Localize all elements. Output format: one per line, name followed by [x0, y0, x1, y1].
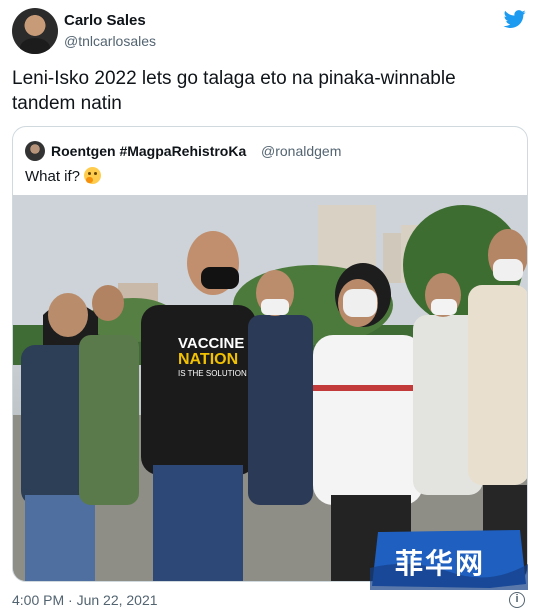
watermark-text: 菲华网	[395, 547, 486, 580]
author-name[interactable]: Carlo Sales	[64, 12, 146, 29]
tweet-text: Leni-Isko 2022 lets go talaga eto na pin…	[12, 68, 456, 114]
photo-illustration: VACCINE NATION IS THE SOLUTION	[13, 195, 527, 581]
quoted-author-name[interactable]: Roentgen #MagpaRehistroKa	[51, 143, 246, 159]
shirt-text-vaccine: VACCINE	[178, 335, 244, 352]
quoted-author-avatar[interactable]	[25, 141, 45, 161]
quoted-tweet-text: What if?	[25, 167, 102, 185]
author-avatar[interactable]	[12, 8, 58, 54]
shirt-text-nation: NATION	[178, 351, 238, 368]
author-handle[interactable]: @tnlcarlosales	[64, 33, 156, 49]
tweet-timestamp[interactable]: 4:00 PM · Jun 22, 2021	[12, 592, 158, 608]
tweet-card: Carlo Sales @tnlcarlosales Leni-Isko 202…	[0, 0, 543, 613]
quoted-tweet-photo[interactable]: VACCINE NATION IS THE SOLUTION	[13, 195, 527, 581]
quoted-author-handle[interactable]: @ronaldgem	[261, 143, 341, 159]
thinking-face-emoji	[84, 167, 102, 184]
quoted-tweet-text-body: What if?	[25, 168, 81, 185]
info-icon[interactable]: i	[509, 592, 525, 608]
quoted-tweet[interactable]: Roentgen #MagpaRehistroKa @ronaldgem Wha…	[12, 126, 528, 582]
twitter-bird-icon[interactable]	[503, 8, 527, 30]
shirt-text-solution: IS THE SOLUTION	[178, 369, 247, 378]
